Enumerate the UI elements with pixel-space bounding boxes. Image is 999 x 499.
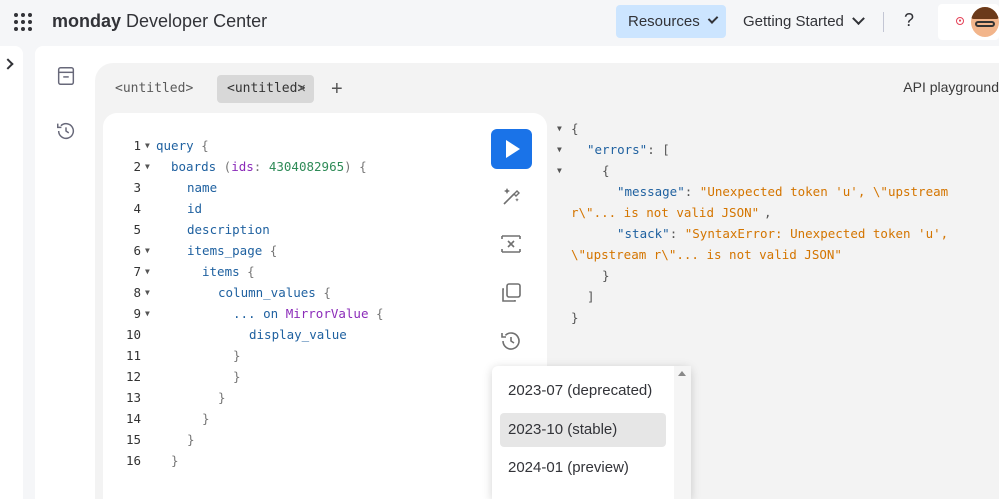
line-number: 3 [133, 180, 141, 195]
query-editor[interactable]: 1 ▼ query { 2 ▼ boards (ids: 4304082965) { 3… [103, 113, 547, 499]
line-number: 10 [125, 327, 141, 342]
line-number: 11 [125, 348, 141, 363]
dropdown-scrollbar[interactable] [674, 366, 691, 499]
version-option-selected[interactable]: 2023-10 (stable) [500, 413, 666, 447]
fold-arrow-icon[interactable]: ▼ [145, 135, 150, 156]
line-number: 2 [133, 159, 141, 174]
merge-fragments-icon[interactable] [499, 232, 523, 256]
docs-icon[interactable] [55, 65, 77, 87]
header-divider [883, 12, 884, 32]
scroll-up-icon[interactable] [678, 371, 686, 376]
expand-sidebar-icon[interactable] [2, 58, 14, 70]
help-icon[interactable]: ? [904, 10, 914, 31]
fold-arrow-icon[interactable]: ▼ [145, 282, 150, 303]
run-query-button[interactable] [491, 129, 532, 169]
fold-arrow-icon[interactable]: ▼ [145, 156, 150, 177]
history-icon[interactable] [55, 120, 77, 142]
tab-untitled-2[interactable]: <untitled> × [217, 75, 314, 103]
avatar[interactable] [971, 7, 999, 37]
version-option[interactable]: 2024-01 (preview) [500, 451, 666, 485]
line-number: 9 [133, 306, 141, 321]
fold-arrow-icon[interactable]: ▼ [145, 240, 150, 261]
user-menu[interactable]: ● [938, 4, 999, 40]
version-option[interactable]: 2023-07 (deprecated) [500, 374, 666, 408]
close-tab-icon[interactable]: × [297, 75, 306, 103]
api-version-dropdown[interactable]: 2023-07 (deprecated) 2023-10 (stable) 20… [492, 366, 691, 499]
add-tab-button[interactable]: + [331, 75, 343, 103]
copy-icon[interactable] [499, 281, 523, 305]
getting-started-menu-button[interactable]: Getting Started [731, 5, 873, 38]
tab-label: <untitled> [227, 81, 306, 96]
fold-arrow-icon[interactable]: ▼ [557, 160, 562, 181]
line-number: 16 [125, 453, 141, 468]
brand-logo[interactable]: monday Developer Center [52, 11, 267, 32]
tab-untitled-1[interactable]: <untitled> [105, 75, 203, 103]
apps-grid-icon[interactable] [14, 13, 33, 32]
fold-arrow-icon[interactable]: ▼ [557, 118, 562, 139]
brand-name: monday [52, 11, 122, 31]
brand-subtitle: Developer Center [126, 11, 268, 31]
chevron-down-icon [707, 13, 719, 25]
line-number: 7 [133, 264, 141, 279]
notification-badge: ● [956, 17, 964, 25]
line-number: 6 [133, 243, 141, 258]
fold-arrow-icon[interactable]: ▼ [557, 139, 562, 160]
line-number: 4 [133, 201, 141, 216]
line-number: 5 [133, 222, 141, 237]
line-number: 15 [125, 432, 141, 447]
resources-label: Resources [628, 13, 700, 30]
fold-arrow-icon[interactable]: ▼ [145, 261, 150, 282]
prettify-icon[interactable] [499, 184, 523, 208]
line-number: 1 [133, 138, 141, 153]
history-icon[interactable] [499, 329, 523, 353]
line-number: 12 [125, 369, 141, 384]
line-number: 13 [125, 390, 141, 405]
line-number: 14 [125, 411, 141, 426]
api-playground-title: API playground [903, 79, 999, 95]
top-bar: monday Developer Center Resources Gettin… [0, 0, 999, 44]
chevron-down-icon [852, 12, 865, 26]
collapsed-sidebar [0, 46, 23, 499]
getting-started-label: Getting Started [743, 13, 844, 30]
fold-arrow-icon[interactable]: ▼ [145, 303, 150, 324]
resources-menu-button[interactable]: Resources [616, 5, 726, 38]
line-number: 8 [133, 285, 141, 300]
